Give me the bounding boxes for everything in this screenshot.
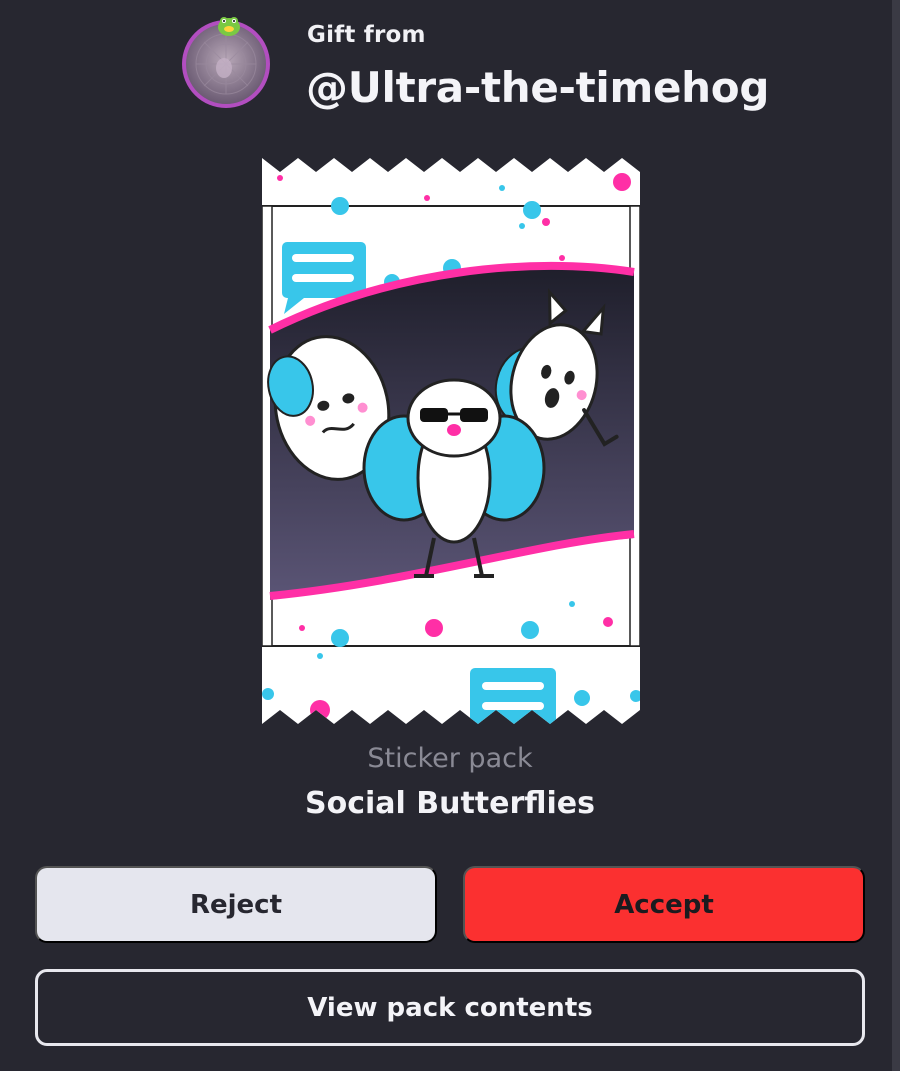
pack-type-label: Sticker pack — [367, 743, 533, 774]
sticker-pack-wrapper-illustration — [262, 158, 640, 724]
view-pack-contents-button[interactable]: View pack contents — [35, 969, 865, 1046]
reject-button[interactable]: Reject — [35, 866, 437, 943]
pack-name-title: Social Butterflies — [304, 786, 596, 821]
sender-username[interactable]: @Ultra-the-timehog — [306, 63, 769, 112]
gift-from-label: Gift from — [307, 22, 426, 48]
frog-badge-icon — [218, 17, 240, 36]
gift-header: Gift from @Ultra-the-timehog — [180, 17, 860, 118]
sticker-pack-image[interactable] — [262, 158, 640, 724]
accept-button[interactable]: Accept — [463, 866, 865, 943]
chat-bubble-bottom-icon — [470, 668, 556, 724]
right-edge-divider — [892, 0, 900, 1071]
sender-avatar[interactable] — [182, 17, 270, 108]
